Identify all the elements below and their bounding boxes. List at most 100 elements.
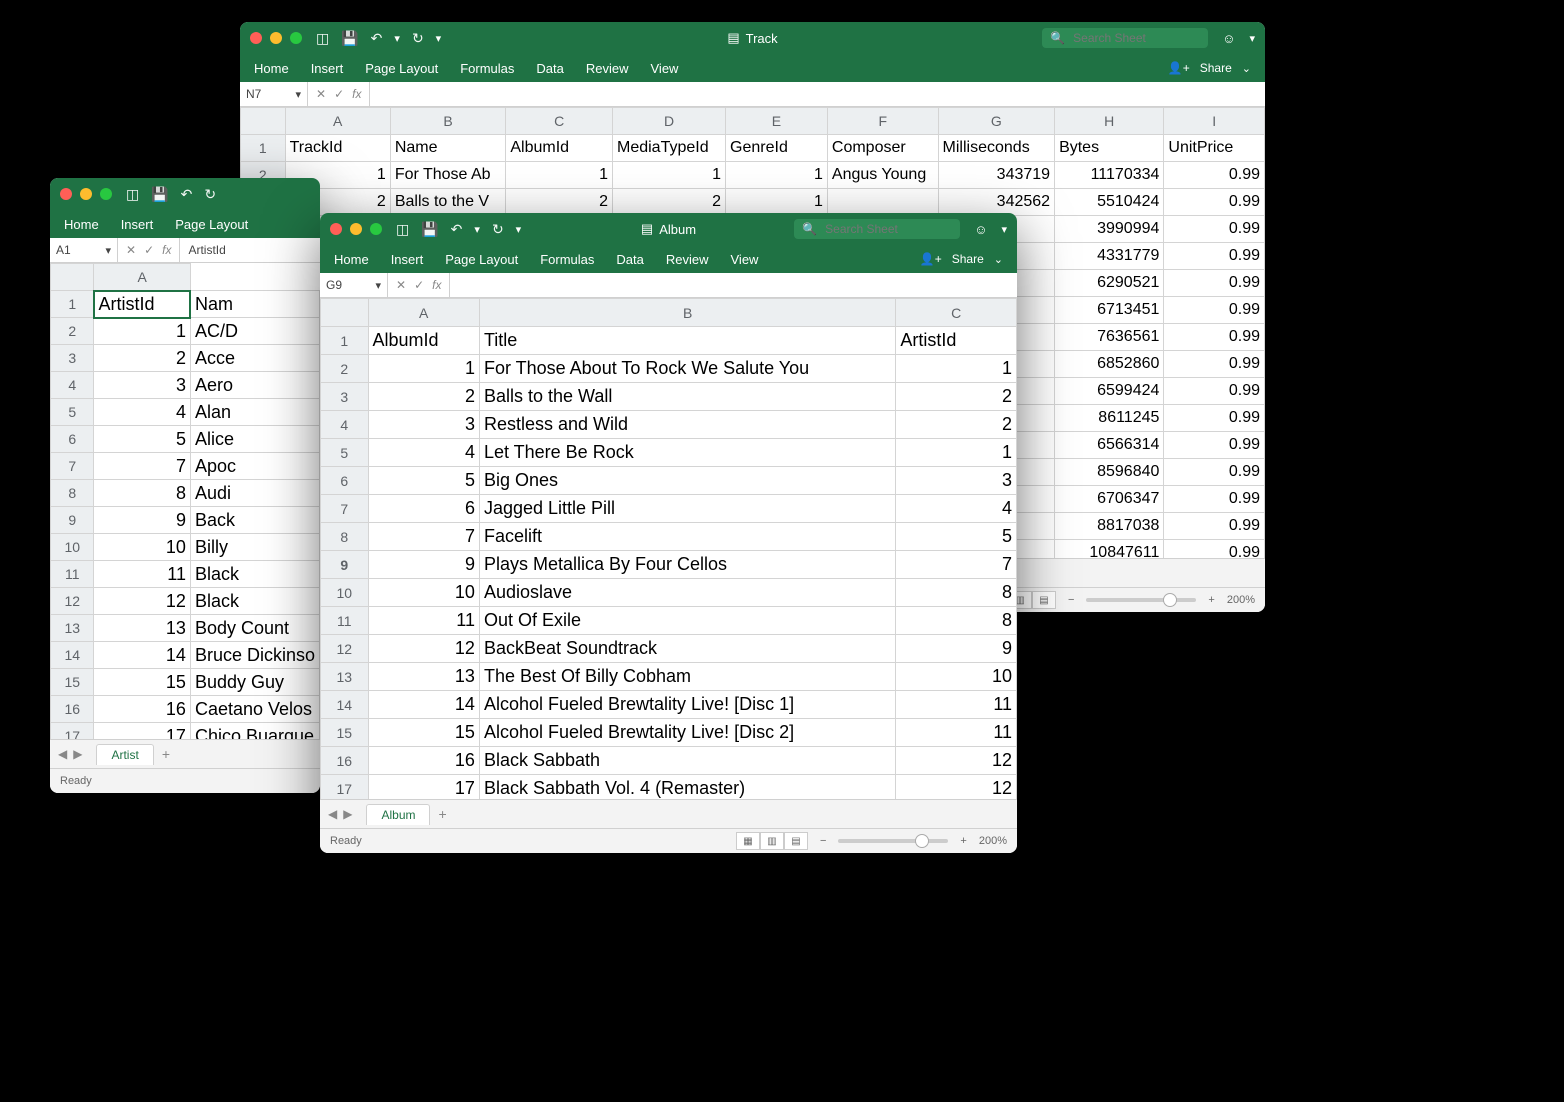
row-header[interactable]: 1 [321, 327, 369, 355]
tab-prev-icon[interactable]: ◀ [328, 807, 337, 821]
cell[interactable]: Audioslave [479, 579, 895, 607]
cell[interactable]: 0.99 [1164, 459, 1265, 486]
cell[interactable]: UnitPrice [1164, 135, 1265, 162]
cell[interactable]: 1 [94, 318, 190, 345]
table-row[interactable]: 1414Alcohol Fueled Brewtality Live! [Dis… [321, 691, 1017, 719]
cell[interactable]: 6713451 [1055, 297, 1164, 324]
cell[interactable]: Nam [190, 291, 319, 318]
enter-icon[interactable]: ✓ [334, 87, 344, 101]
traffic-lights[interactable] [330, 223, 382, 235]
column-header[interactable]: B [390, 108, 506, 135]
cell[interactable]: For Those About To Rock We Salute You [479, 355, 895, 383]
formula-input[interactable]: ArtistId [180, 243, 320, 257]
cell[interactable]: Back [190, 507, 319, 534]
cell[interactable]: Facelift [479, 523, 895, 551]
cell[interactable] [827, 189, 938, 216]
zoom-slider[interactable] [838, 839, 948, 843]
name-box[interactable]: G9▾ [320, 273, 388, 297]
tab-next-icon[interactable]: ▶ [343, 807, 352, 821]
cell[interactable]: 10847611 [1055, 540, 1164, 559]
row-header[interactable]: 13 [321, 663, 369, 691]
cell[interactable]: 0.99 [1164, 162, 1265, 189]
cell[interactable]: GenreId [726, 135, 828, 162]
table-row[interactable]: 54Let There Be Rock1 [321, 439, 1017, 467]
row-header[interactable]: 15 [321, 719, 369, 747]
cell[interactable]: Milliseconds [938, 135, 1055, 162]
cell[interactable]: 6290521 [1055, 270, 1164, 297]
row-header[interactable]: 8 [51, 480, 94, 507]
column-header[interactable]: B [479, 299, 895, 327]
cell[interactable]: 342562 [938, 189, 1055, 216]
cell[interactable]: For Those Ab [390, 162, 506, 189]
cell[interactable]: 0.99 [1164, 432, 1265, 459]
zoom-out-icon[interactable]: − [820, 835, 826, 847]
ribbon-tab-insert[interactable]: Insert [311, 61, 344, 76]
close-icon[interactable] [330, 223, 342, 235]
search-input[interactable] [1071, 30, 1185, 46]
table-row[interactable]: 99Back [51, 507, 320, 534]
zoom-level[interactable]: 200% [979, 835, 1007, 847]
undo-menu-icon[interactable]: ▾ [394, 32, 400, 45]
zoom-in-icon[interactable]: + [1208, 594, 1214, 606]
column-header[interactable]: A [368, 299, 479, 327]
cell[interactable]: 343719 [938, 162, 1055, 189]
ribbon-tab-home[interactable]: Home [254, 61, 289, 76]
name-box[interactable]: N7▾ [240, 82, 308, 106]
row-header[interactable]: 11 [321, 607, 369, 635]
cell[interactable]: BackBeat Soundtrack [479, 635, 895, 663]
table-row[interactable]: 1111Out Of Exile8 [321, 607, 1017, 635]
traffic-lights[interactable] [60, 188, 112, 200]
cell[interactable]: 10 [94, 534, 190, 561]
cell[interactable]: Alcohol Fueled Brewtality Live! [Disc 2] [479, 719, 895, 747]
enter-icon[interactable]: ✓ [414, 278, 424, 292]
cell[interactable]: 11 [368, 607, 479, 635]
smiley-icon[interactable]: ☺ [1222, 31, 1235, 46]
cell[interactable]: 13 [94, 615, 190, 642]
row-header[interactable]: 10 [51, 534, 94, 561]
table-row[interactable]: 32Balls to the V22134256255104240.99 [241, 189, 1265, 216]
cell[interactable]: 6852860 [1055, 351, 1164, 378]
cell[interactable]: Black Sabbath Vol. 4 (Remaster) [479, 775, 895, 800]
table-row[interactable]: 76Jagged Little Pill4 [321, 495, 1017, 523]
cell[interactable]: Black [190, 588, 319, 615]
cell[interactable]: 8611245 [1055, 405, 1164, 432]
row-header[interactable]: 14 [321, 691, 369, 719]
row-header[interactable]: 4 [51, 372, 94, 399]
ribbon-tab-home[interactable]: Home [334, 252, 369, 267]
cell[interactable]: 9 [94, 507, 190, 534]
cell[interactable]: 7 [94, 453, 190, 480]
column-header[interactable]: A [94, 264, 190, 291]
row-header[interactable]: 16 [321, 747, 369, 775]
cell[interactable]: Bruce Dickinso [190, 642, 319, 669]
minimize-icon[interactable] [270, 32, 282, 44]
cell[interactable]: Buddy Guy [190, 669, 319, 696]
feedback-menu-icon[interactable]: ▾ [1001, 223, 1007, 236]
undo-icon[interactable]: ↶ [181, 186, 193, 203]
cell[interactable]: 5 [896, 523, 1017, 551]
cell[interactable]: 2 [896, 411, 1017, 439]
table-row[interactable]: 1AlbumIdTitleArtistId [321, 327, 1017, 355]
enter-icon[interactable]: ✓ [144, 243, 154, 257]
cell[interactable]: 7 [896, 551, 1017, 579]
table-row[interactable]: 1717Chico Buarque [51, 723, 320, 740]
ribbon-tab-page-layout[interactable]: Page Layout [365, 61, 438, 76]
zoom-level[interactable]: 200% [1227, 594, 1255, 606]
row-header[interactable]: 1 [241, 135, 286, 162]
cell[interactable]: 2 [896, 383, 1017, 411]
ribbon-tab-formulas[interactable]: Formulas [540, 252, 594, 267]
row-header[interactable]: 5 [321, 439, 369, 467]
cell[interactable]: 6599424 [1055, 378, 1164, 405]
fx-icon[interactable]: fx [432, 278, 441, 292]
row-header[interactable]: 2 [321, 355, 369, 383]
cell[interactable]: 11170334 [1055, 162, 1164, 189]
cell[interactable]: 16 [368, 747, 479, 775]
cell[interactable]: Alcohol Fueled Brewtality Live! [Disc 1] [479, 691, 895, 719]
cell[interactable]: 1 [726, 162, 828, 189]
ribbon-tab-insert[interactable]: Insert [391, 252, 424, 267]
cell[interactable]: 10 [896, 663, 1017, 691]
share-menu-icon[interactable]: ⌄ [1242, 62, 1251, 75]
cell[interactable]: Big Ones [479, 467, 895, 495]
table-row[interactable]: 1616Caetano Velos [51, 696, 320, 723]
tab-prev-icon[interactable]: ◀ [58, 747, 67, 761]
row-header[interactable]: 12 [321, 635, 369, 663]
